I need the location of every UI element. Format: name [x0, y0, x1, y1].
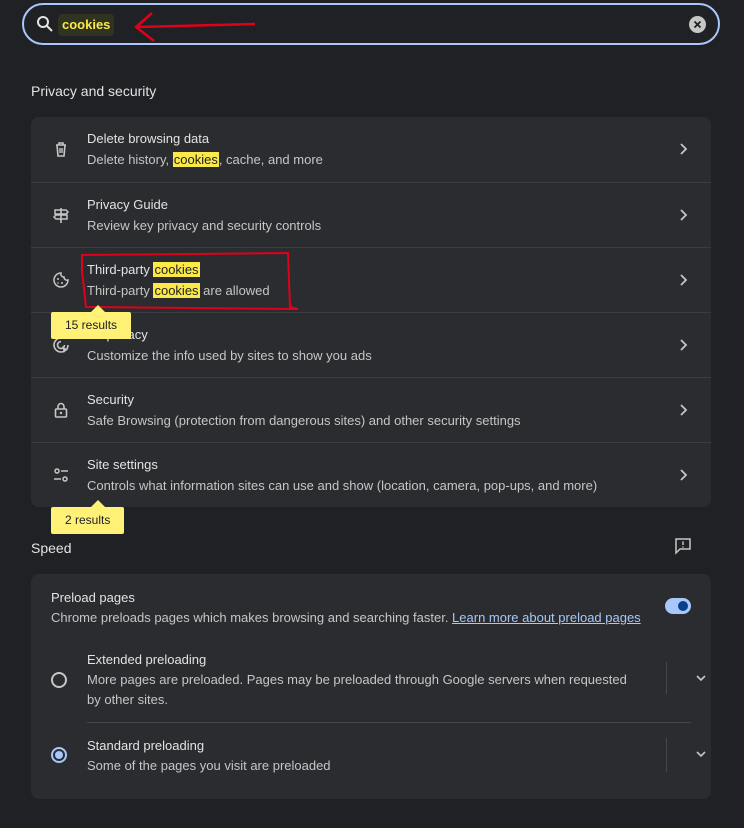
- security-row[interactable]: Security Safe Browsing (protection from …: [31, 377, 711, 442]
- preload-description: Chrome preloads pages which makes browsi…: [51, 610, 641, 625]
- divider: [666, 738, 667, 772]
- option-description: Some of the pages you visit are preloade…: [87, 758, 331, 773]
- preload-toggle[interactable]: [665, 598, 691, 614]
- annotation-box: [81, 251, 299, 310]
- chevron-right-icon: [680, 404, 688, 416]
- close-icon: [693, 20, 702, 29]
- search-box[interactable]: cookies: [22, 3, 720, 45]
- row-subtitle: Delete history, cookies, cache, and more: [87, 152, 323, 167]
- chevron-down-icon[interactable]: [695, 750, 707, 758]
- speed-section-title: Speed: [31, 540, 72, 556]
- results-bubble: 15 results: [51, 305, 132, 339]
- site-settings-row[interactable]: Site settings Controls what information …: [31, 442, 711, 507]
- search-highlight: cookies: [172, 152, 219, 167]
- speed-card: Preload pages Chrome preloads pages whic…: [31, 574, 711, 799]
- chevron-right-icon: [680, 143, 688, 155]
- privacy-section-title: Privacy and security: [31, 83, 157, 99]
- preload-title: Preload pages: [51, 590, 135, 605]
- clear-search-button[interactable]: [689, 16, 706, 33]
- standard-preloading-option[interactable]: Standard preloading Some of the pages yo…: [51, 738, 706, 778]
- chevron-right-icon: [680, 209, 688, 221]
- search-icon: [37, 16, 53, 32]
- chevron-right-icon: [680, 339, 688, 351]
- lock-icon: [54, 402, 68, 418]
- feedback-icon[interactable]: [674, 537, 692, 555]
- search-query: cookies: [62, 17, 111, 32]
- option-description: More pages are preloaded. Pages may be p…: [87, 672, 627, 707]
- trash-icon: [56, 142, 66, 157]
- annotation-arrow: [134, 12, 256, 42]
- row-title: Security: [87, 392, 134, 407]
- radio-button[interactable]: [51, 672, 67, 688]
- row-title: Privacy Guide: [87, 197, 168, 212]
- chevron-right-icon: [680, 274, 688, 286]
- row-title: Delete browsing data: [87, 131, 210, 146]
- divider: [87, 722, 691, 723]
- privacy-guide-row[interactable]: Privacy Guide Review key privacy and sec…: [31, 182, 711, 247]
- sliders-icon: [54, 468, 68, 482]
- option-title: Standard preloading: [87, 738, 205, 753]
- ad-privacy-row[interactable]: Ad privacy Customize the info used by si…: [31, 312, 711, 377]
- chevron-right-icon: [680, 469, 688, 481]
- row-subtitle: Safe Browsing (protection from dangerous…: [87, 413, 521, 428]
- signpost-icon: [52, 208, 70, 223]
- row-subtitle: Review key privacy and security controls: [87, 218, 322, 233]
- toggle-knob: [678, 601, 688, 611]
- row-subtitle: Controls what information sites can use …: [87, 478, 598, 493]
- option-title: Extended preloading: [87, 652, 207, 667]
- row-subtitle: Customize the info used by sites to show…: [87, 348, 372, 363]
- results-bubble: 2 results: [51, 500, 125, 534]
- extended-preloading-option[interactable]: Extended preloading More pages are prelo…: [51, 652, 706, 722]
- delete-browsing-data-row[interactable]: Delete browsing data Delete history, coo…: [31, 117, 711, 182]
- divider: [666, 662, 667, 694]
- search-input[interactable]: cookies: [58, 14, 115, 36]
- radio-button-selected[interactable]: [51, 747, 67, 763]
- chevron-down-icon[interactable]: [695, 674, 707, 682]
- row-title: Site settings: [87, 457, 158, 472]
- learn-more-link[interactable]: Learn more about preload pages: [452, 610, 641, 625]
- cookie-icon: [53, 272, 69, 288]
